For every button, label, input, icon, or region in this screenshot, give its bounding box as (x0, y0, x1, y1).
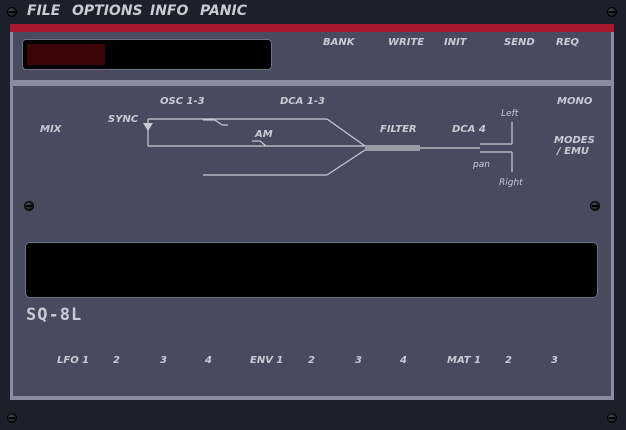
screw-icon (7, 413, 17, 423)
modes-label[interactable]: MODES (554, 135, 595, 146)
pan-label: pan (473, 160, 490, 170)
dca4-label[interactable]: DCA 4 (452, 124, 486, 135)
am-label[interactable]: AM (255, 129, 273, 140)
lfo4-button[interactable]: 4 (205, 355, 212, 366)
screw-icon (24, 201, 34, 211)
emu-label[interactable]: / EMU (557, 146, 589, 157)
filter-label[interactable]: FILTER (380, 124, 417, 135)
sync-arrow-icon (143, 123, 153, 131)
lfo1-button[interactable]: LFO 1 (57, 355, 89, 366)
screw-icon (590, 201, 600, 211)
dca-label[interactable]: DCA 1-3 (280, 96, 325, 107)
osc-label[interactable]: OSC 1-3 (160, 96, 205, 107)
main-display (25, 242, 598, 298)
env3-button[interactable]: 3 (355, 355, 362, 366)
left-label: Left (501, 109, 519, 119)
right-label: Right (499, 178, 523, 188)
screw-icon (607, 413, 617, 423)
mat2-button[interactable]: 2 (505, 355, 512, 366)
bottom-bar (0, 405, 626, 430)
mono-label[interactable]: MONO (557, 96, 592, 107)
env4-button[interactable]: 4 (400, 355, 407, 366)
logo: SQ-8L (26, 305, 83, 325)
sync-label[interactable]: SYNC (108, 114, 138, 125)
mat3-button[interactable]: 3 (551, 355, 558, 366)
lfo3-button[interactable]: 3 (160, 355, 167, 366)
env1-button[interactable]: ENV 1 (250, 355, 283, 366)
mix-label[interactable]: MIX (40, 124, 61, 135)
env2-button[interactable]: 2 (308, 355, 315, 366)
lfo2-button[interactable]: 2 (113, 355, 120, 366)
mat1-button[interactable]: MAT 1 (447, 355, 481, 366)
